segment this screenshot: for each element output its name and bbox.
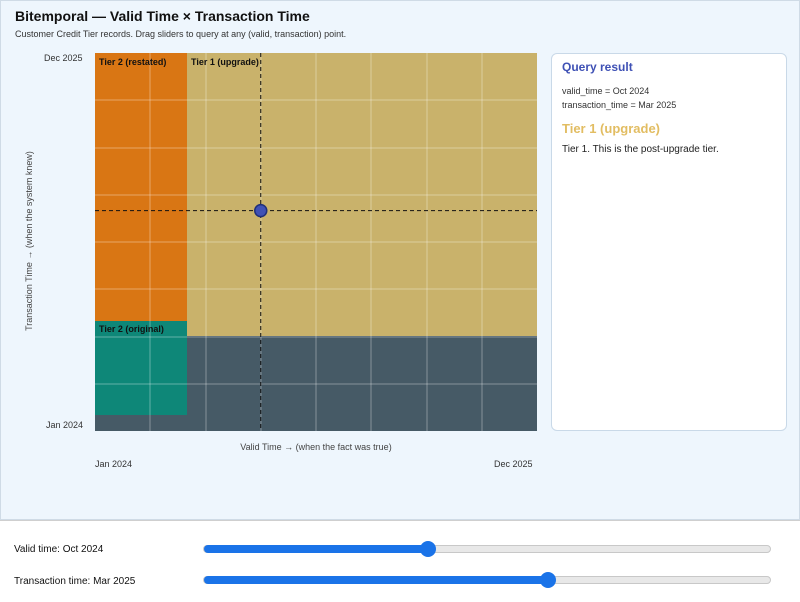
valid-time-label: Valid time: Oct 2024 <box>14 544 104 555</box>
bitemporal-app: Bitemporal — Valid Time × Transaction Ti… <box>0 0 800 520</box>
result-description: Tier 1. This is the post-upgrade tier. <box>562 144 719 155</box>
x-tick-right: Dec 2025 <box>494 459 533 469</box>
y-tick-bottom: Jan 2024 <box>46 420 84 430</box>
transaction-time-slider-thumb[interactable] <box>540 572 557 588</box>
transaction-time-slider[interactable] <box>203 572 771 588</box>
valid-time-slider-thumb[interactable] <box>420 541 437 557</box>
transaction-time-label: Transaction time: Mar 2025 <box>14 576 136 587</box>
result-tier-name: Tier 1 (upgrade) <box>562 121 661 136</box>
page-subtitle: Customer Credit Tier records. Drag slide… <box>15 29 347 39</box>
transaction-time-slider-fill <box>204 576 549 584</box>
valid-time-slider-fill <box>204 545 429 553</box>
bitemporal-plot[interactable]: Tier 2 (restated) Tier 1 (upgrade) Tier … <box>95 53 537 431</box>
valid-time-slider[interactable] <box>203 541 771 557</box>
region-tier2-restated <box>95 53 187 321</box>
label-tier1-upgrade: Tier 1 (upgrade) <box>191 57 259 67</box>
result-valid-time: valid_time = Oct 2024 <box>562 86 650 96</box>
query-result-panel: Query result valid_time = Oct 2024 trans… <box>551 53 787 431</box>
label-tier2-restated: Tier 2 (restated) <box>99 57 167 67</box>
plot-canvas[interactable] <box>95 53 537 431</box>
x-axis-label: Valid Time → (when the fact was true) <box>240 442 392 452</box>
y-tick-top: Dec 2025 <box>44 53 83 63</box>
query-point[interactable] <box>254 203 268 218</box>
y-axis-label: Transaction Time → (when the system knew… <box>24 151 34 331</box>
page-title: Bitemporal — Valid Time × Transaction Ti… <box>15 8 310 24</box>
result-title: Query result <box>562 60 633 74</box>
result-transaction-time: transaction_time = Mar 2025 <box>562 100 677 110</box>
label-tier2-original: Tier 2 (original) <box>99 324 164 334</box>
x-tick-left: Jan 2024 <box>95 459 133 469</box>
region-tier2-original <box>95 321 187 415</box>
controls-panel: Valid time: Oct 2024 Transaction time: M… <box>0 520 800 602</box>
